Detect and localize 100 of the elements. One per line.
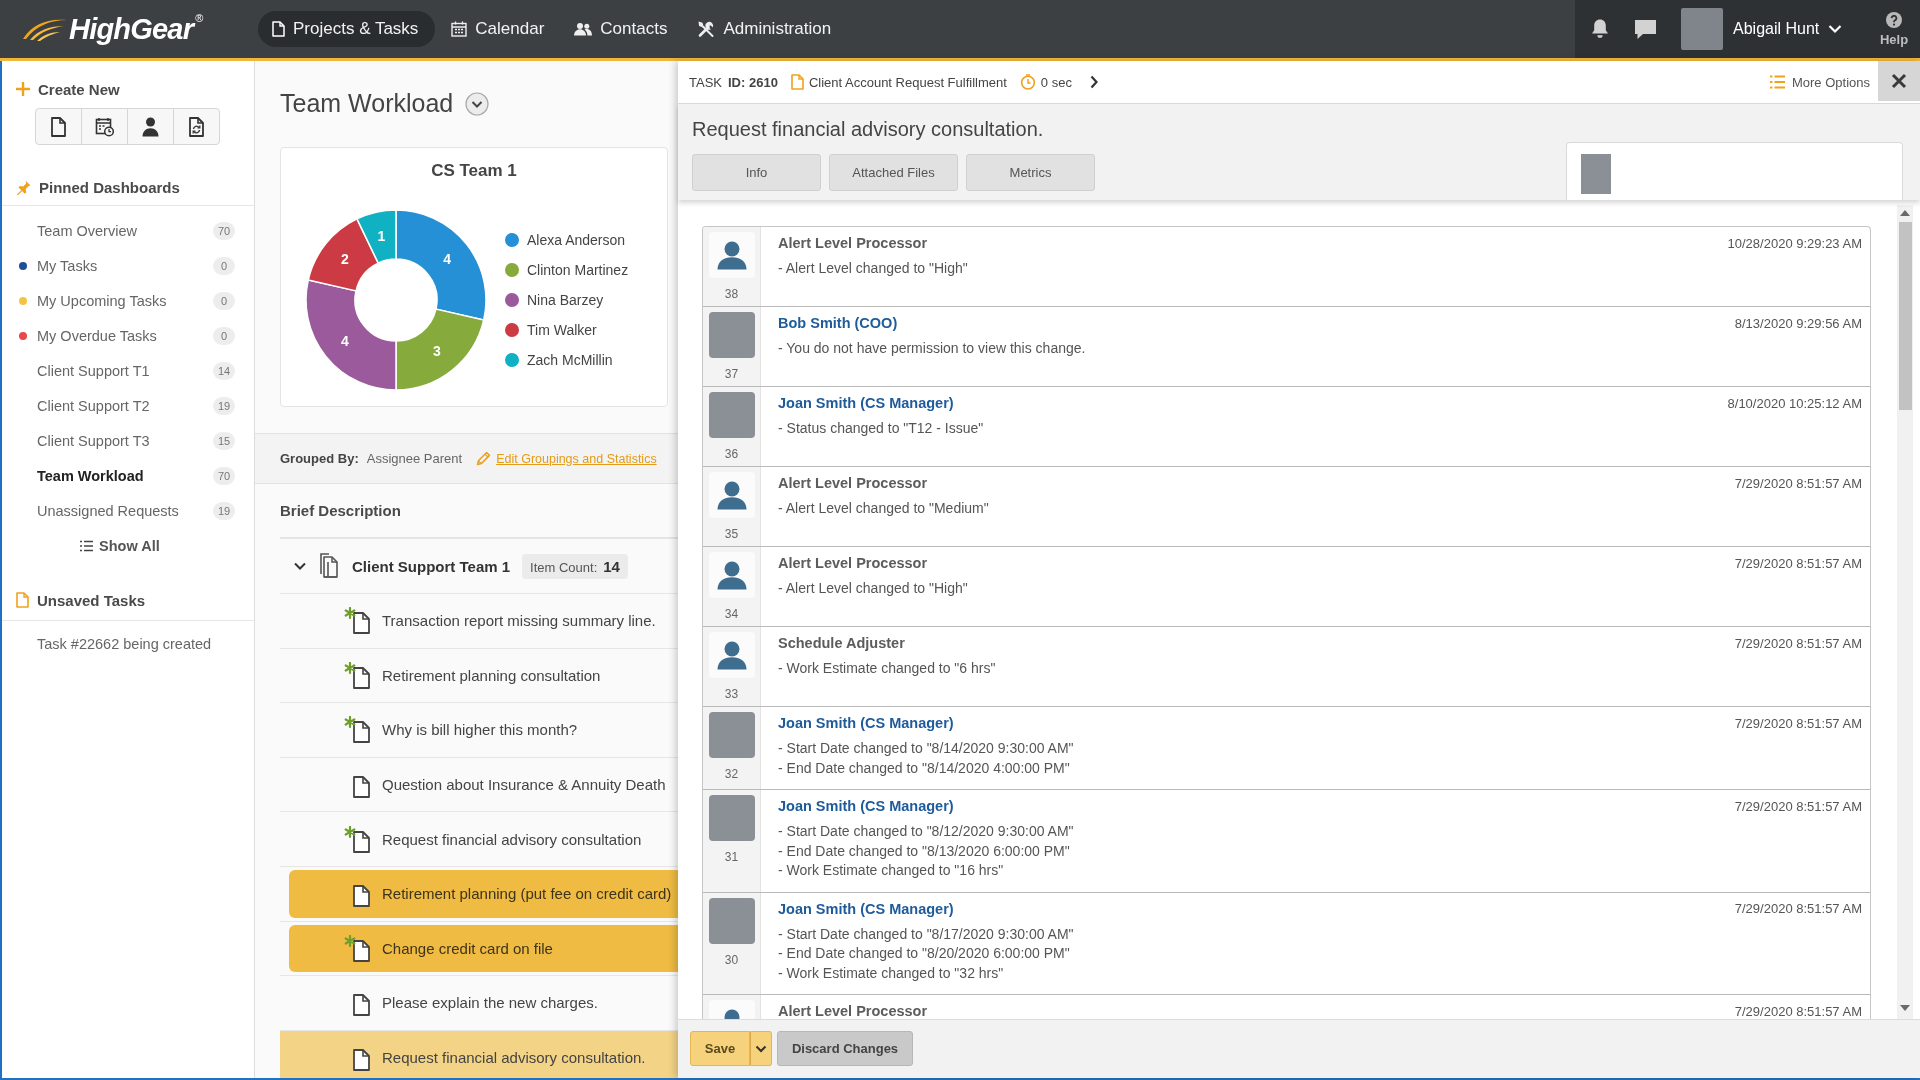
person-icon xyxy=(141,116,160,137)
change-text: - Work Estimate changed to "6 hrs" xyxy=(778,659,997,678)
author-link[interactable]: Joan Smith (CS Manager) xyxy=(778,798,954,814)
timestamp: 8/13/2020 9:29:56 AM xyxy=(1734,315,1862,331)
count-badge: 19 xyxy=(213,501,235,520)
process-name: Client Account Request Fulfillment xyxy=(808,74,1007,90)
timestamp: 7/29/2020 8:51:57 AM xyxy=(1734,901,1862,916)
chat-icon[interactable] xyxy=(1634,18,1657,40)
chevron-right-icon[interactable] xyxy=(1088,75,1099,89)
timestamp: 7/29/2020 8:51:57 AM xyxy=(1734,798,1862,814)
task-row[interactable]: Request financial advisory consultation. xyxy=(280,1030,678,1078)
clock-icon xyxy=(1019,74,1036,90)
change-text: - Work Estimate changed to "32 hrs" xyxy=(778,963,1005,983)
photo-placeholder xyxy=(708,897,755,944)
list-icon xyxy=(1769,75,1785,89)
user-silhouette-icon xyxy=(708,472,755,518)
new-contact-button[interactable] xyxy=(127,108,174,145)
author-name: Alert Level Processor xyxy=(778,475,928,491)
task-row[interactable]: Why is bill higher this month? xyxy=(289,706,678,754)
task-row[interactable]: Question about Insurance & Annuity Death xyxy=(289,760,678,809)
author-name: Alert Level Processor xyxy=(778,235,928,251)
create-new-label: Create New xyxy=(38,80,120,98)
task-label: TASK xyxy=(689,74,722,90)
scrollbar-track[interactable] xyxy=(1897,205,1913,1019)
registered-mark: ® xyxy=(195,12,204,24)
dashboard-link[interactable]: My Overdue Tasks xyxy=(19,327,157,344)
nav-tab[interactable]: Contacts xyxy=(560,11,682,47)
author-link[interactable]: Bob Smith (COO) xyxy=(778,315,898,331)
dropdown-icon[interactable] xyxy=(465,91,490,116)
file-refresh-icon xyxy=(187,116,206,137)
avatar-photo-placeholder xyxy=(1681,8,1723,50)
save-options-button[interactable] xyxy=(750,1031,772,1066)
author-link[interactable]: Joan Smith (CS Manager) xyxy=(778,900,954,917)
file-icon xyxy=(790,74,804,90)
tab[interactable]: Attached Files xyxy=(829,154,958,191)
legend-label: Tim Walker xyxy=(527,322,597,338)
entry-number: 35 xyxy=(724,527,739,541)
count-badge: 15 xyxy=(213,431,235,450)
discard-changes-button[interactable]: Discard Changes xyxy=(777,1031,913,1066)
dashboard-link[interactable]: Client Support T3 xyxy=(37,432,150,449)
plus-icon xyxy=(16,82,30,96)
entry-number: 38 xyxy=(724,287,739,301)
task-row[interactable]: Please explain the new charges. xyxy=(289,979,678,1027)
task-row[interactable]: Retirement planning (put fee on credit card) xyxy=(289,869,678,918)
entry-number: 30 xyxy=(724,952,739,967)
help-button[interactable]: Help xyxy=(1868,4,1920,54)
document-icon xyxy=(272,21,285,37)
task-row[interactable]: Change credit card on file xyxy=(289,924,678,973)
more-options-button[interactable]: More Options xyxy=(1769,74,1870,90)
nav-tab[interactable]: Projects & Tasks xyxy=(258,11,436,47)
avatar-photo-placeholder xyxy=(1581,154,1611,194)
timestamp: 7/29/2020 8:51:57 AM xyxy=(1734,715,1862,731)
change-text: - End Date changed to "8/20/2020 6:00:00 PM" xyxy=(778,944,1071,963)
list-icon xyxy=(80,539,93,552)
scroll-up-icon[interactable] xyxy=(1900,210,1910,216)
new-process-button[interactable] xyxy=(173,108,220,145)
dashboard-link[interactable]: Team Overview xyxy=(37,222,137,239)
timestamp: 7/29/2020 8:51:57 AM xyxy=(1734,475,1862,491)
dashboard-link[interactable]: My Upcoming Tasks xyxy=(19,292,167,309)
legend-label: Clinton Martinez xyxy=(527,262,629,278)
tab[interactable]: Metrics xyxy=(966,154,1095,191)
tools-icon xyxy=(697,20,716,38)
scrollbar-thumb[interactable] xyxy=(1898,222,1912,410)
save-button[interactable]: Save xyxy=(690,1031,750,1066)
entry-number: 33 xyxy=(724,687,739,701)
section-title: Pinned Dashboards xyxy=(39,178,180,196)
dashboard-link[interactable]: My Tasks xyxy=(19,257,98,274)
nav-tab[interactable]: Calendar xyxy=(437,11,559,47)
help-icon xyxy=(1886,11,1902,28)
task-row[interactable]: Request financial advisory consultation xyxy=(289,815,678,863)
count-badge: 19 xyxy=(213,396,235,415)
new-event-button[interactable] xyxy=(81,108,128,145)
author-link[interactable]: Joan Smith (CS Manager) xyxy=(778,395,954,411)
scroll-down-icon[interactable] xyxy=(1900,1005,1910,1011)
author-link[interactable]: Joan Smith (CS Manager) xyxy=(778,715,954,731)
tab[interactable]: Info xyxy=(692,154,821,191)
unsaved-task-link[interactable]: Task #22662 being created xyxy=(37,633,212,655)
task-row[interactable]: Transaction report missing summary line. xyxy=(289,597,678,645)
slice-value-label: 2 xyxy=(340,251,349,268)
change-text: - Alert Level changed to "High" xyxy=(778,579,969,598)
bell-icon[interactable] xyxy=(1590,18,1610,40)
slice-value-label: 1 xyxy=(377,228,386,245)
new-file-button[interactable] xyxy=(35,108,82,145)
change-text: - Work Estimate changed to "16 hrs" xyxy=(778,861,1005,880)
close-button[interactable] xyxy=(1878,61,1920,101)
change-text: - Start Date changed to "8/14/2020 9:30:00 AM" xyxy=(778,739,1075,758)
nav-tab[interactable]: Administration xyxy=(683,11,846,47)
task-row[interactable]: Retirement planning consultation xyxy=(289,651,678,700)
entry-number: 36 xyxy=(724,447,739,461)
count-label: Item Count: xyxy=(530,559,598,575)
dashboard-link[interactable]: Team Workload xyxy=(37,467,144,484)
dashboard-link[interactable]: Client Support T2 xyxy=(37,397,150,414)
show-all-link[interactable]: Show All xyxy=(80,536,160,555)
change-text: - End Date changed to "8/13/2020 6:00:00 PM" xyxy=(778,841,1071,861)
dashboard-link[interactable]: Unassigned Requests xyxy=(37,502,179,519)
legend-label: Nina Barzey xyxy=(527,292,604,308)
dashboard-link[interactable]: Client Support T1 xyxy=(37,362,150,379)
change-text: - Alert Level changed to "Medium" xyxy=(778,499,990,518)
user-menu-button[interactable]: Abigail Hunt xyxy=(1681,8,1843,50)
chevron-down-icon xyxy=(1828,24,1843,34)
